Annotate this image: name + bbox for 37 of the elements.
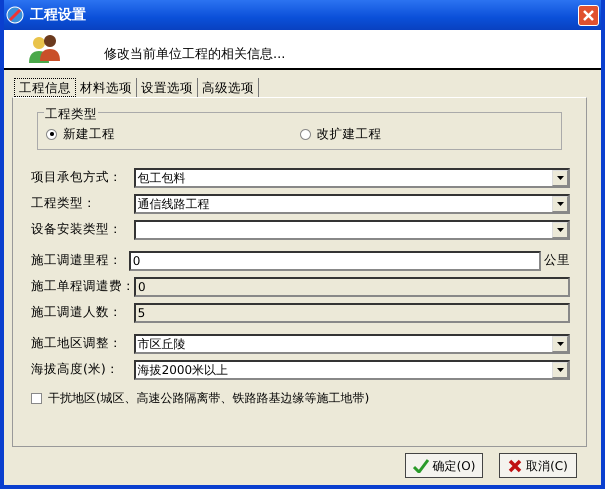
tab[interactable]: 设置选项 <box>137 78 198 97</box>
field-label: 项目承包方式： <box>31 168 123 186</box>
checkbox-label: 干扰地区(城区、高速公路隔离带、铁路路基边缘等施工地带) <box>48 390 370 407</box>
field-label: 海拔高度(米)： <box>31 360 120 378</box>
cancel-button[interactable]: 取消(C) <box>499 453 577 478</box>
users-icon <box>28 34 62 64</box>
tab[interactable]: 工程信息 <box>14 78 76 97</box>
dropdown-field[interactable]: 海拔2000米以上 <box>134 360 570 380</box>
tab[interactable]: 材料选项 <box>76 78 137 97</box>
radio-button[interactable] <box>46 128 57 140</box>
x-icon <box>508 458 522 472</box>
field-label: 施工调遣人数： <box>31 303 123 322</box>
radio-button[interactable] <box>300 128 310 140</box>
dropdown-field[interactable] <box>134 220 570 240</box>
dropdown-field[interactable]: 市区丘陵 <box>134 334 570 354</box>
tab[interactable]: 高级选项 <box>198 78 259 97</box>
field-label: 设备安装类型： <box>31 220 123 238</box>
close-button[interactable] <box>578 4 599 26</box>
checkbox[interactable] <box>31 392 42 404</box>
field-label: 施工地区调整： <box>31 334 123 352</box>
dropdown-field[interactable]: 包工包料 <box>134 168 570 188</box>
close-icon <box>583 10 594 20</box>
input-field: 0 <box>134 276 570 296</box>
dropdown-field[interactable]: 通信线路工程 <box>134 194 570 214</box>
unit-label: 公里 <box>544 251 570 270</box>
window-title: 工程设置 <box>30 6 86 24</box>
checkmark-icon <box>412 458 429 472</box>
input-field[interactable]: 0 <box>128 250 541 270</box>
radio-label: 新建工程 <box>63 124 115 143</box>
field-label: 施工单程调遣费： <box>31 277 134 296</box>
app-icon <box>6 6 24 24</box>
input-field: 5 <box>134 302 570 322</box>
header-description: 修改当前单位工程的相关信息... <box>104 46 286 64</box>
field-label: 施工调遣里程： <box>31 251 123 270</box>
radio-label: 改扩建工程 <box>316 124 382 143</box>
ok-button[interactable]: 确定(O) <box>405 453 483 478</box>
field-label: 工程类型： <box>31 194 97 212</box>
